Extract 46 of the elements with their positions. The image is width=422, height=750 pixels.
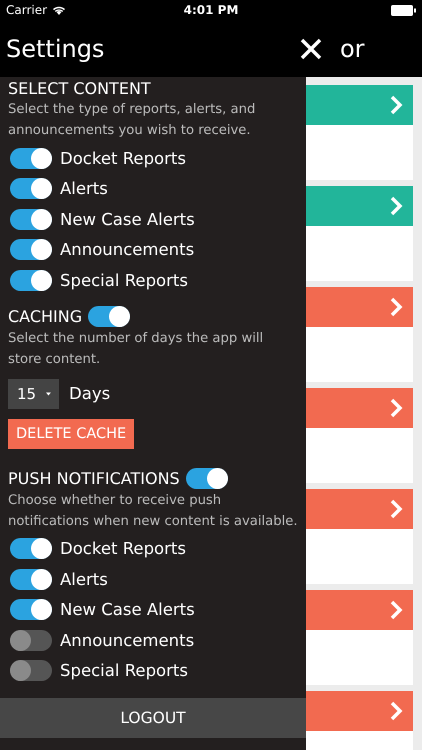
toggle-switch[interactable] <box>10 630 52 651</box>
days-dropdown[interactable]: 15 <box>8 378 59 408</box>
page-title: or <box>339 34 366 62</box>
toggle-switch[interactable] <box>10 538 52 560</box>
status-time: 4:01 PM <box>184 3 238 17</box>
section-title: SELECT CONTENT <box>8 78 151 98</box>
toggle-switch[interactable] <box>10 178 52 200</box>
toggle-switch[interactable] <box>10 239 52 260</box>
chevron-icon <box>389 94 403 116</box>
battery-icon <box>391 4 416 16</box>
section-title: CACHING <box>8 307 82 326</box>
toggle-label: Alerts <box>60 179 108 198</box>
toggle-label: New Case Alerts <box>60 210 195 229</box>
section-description: Choose whether to receive push notifications when new content is available. <box>8 492 298 530</box>
chevron-icon <box>389 700 403 722</box>
toggle-switch[interactable] <box>88 306 130 327</box>
toggle-switch[interactable] <box>10 599 52 620</box>
toggle-switch[interactable] <box>186 468 228 489</box>
section-description: Select the number of days the app will store content. <box>8 330 264 368</box>
toggle-switch[interactable] <box>10 208 52 230</box>
chevron-icon <box>389 195 403 217</box>
logout-button[interactable]: LOGOUT <box>0 698 306 738</box>
toggle-switch[interactable] <box>10 270 52 291</box>
section-description: Select the type of reports, alerts, and announcements you wish to receive. <box>8 101 256 140</box>
toggle-label: Announcements <box>60 240 194 260</box>
close-icon[interactable] <box>300 38 322 60</box>
settings-title: Settings <box>6 34 106 62</box>
chevron-icon <box>389 397 403 419</box>
toggle-switch[interactable] <box>10 148 52 169</box>
chevron-icon <box>389 498 403 520</box>
wifi-icon <box>52 5 66 15</box>
chevron-icon <box>389 599 403 621</box>
caret-icon <box>46 390 51 396</box>
toggle-switch[interactable] <box>10 568 52 590</box>
toggle-label: Announcements <box>60 630 194 650</box>
days-label: Days <box>69 384 110 403</box>
section-title: PUSH NOTIFICATIONS <box>8 469 180 488</box>
toggle-label: Special Reports <box>60 270 188 290</box>
toggle-label: Docket Reports <box>60 148 186 168</box>
toggle-label: Alerts <box>60 570 108 589</box>
toggle-switch[interactable] <box>10 660 52 682</box>
toggle-label: New Case Alerts <box>60 600 195 620</box>
toggle-label: Special Reports <box>60 661 188 680</box>
toggle-label: Docket Reports <box>60 539 186 558</box>
chevron-icon <box>389 296 403 318</box>
carrier-label: Carrier <box>6 3 48 17</box>
